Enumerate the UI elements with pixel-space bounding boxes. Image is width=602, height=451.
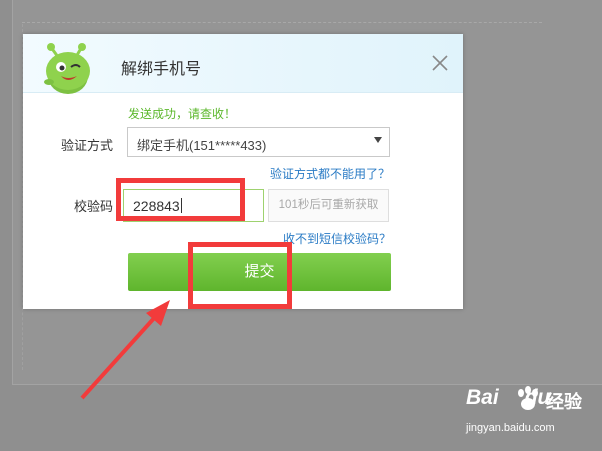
watermark-product: 经验: [546, 392, 582, 412]
no-sms-link[interactable]: 收不到短信校验码？: [283, 230, 391, 247]
verify-method-value: 绑定手机(151*****433): [137, 138, 267, 153]
background-divider: [22, 22, 542, 23]
verify-method-select[interactable]: 绑定手机(151*****433): [127, 127, 390, 157]
verify-method-label: 验证方式: [60, 138, 113, 153]
annotation-box-submit: [188, 242, 292, 309]
close-icon[interactable]: [429, 52, 451, 74]
mascot-icon: [44, 43, 90, 94]
resend-code-button[interactable]: 101秒后可重新获取: [268, 189, 389, 222]
paw-icon: [518, 386, 538, 410]
baidu-jingyan-watermark: Bai du 经验 jingyan.baidu.com: [466, 384, 600, 444]
success-message: 发送成功，请查收！: [128, 107, 237, 121]
method-unavailable-link[interactable]: 验证方式都不能用了？: [270, 165, 390, 182]
watermark-url: jingyan.baidu.com: [466, 422, 555, 434]
dialog-header: 解绑手机号: [23, 34, 463, 94]
dialog-title: 解绑手机号: [121, 61, 202, 78]
annotation-box-code: [116, 178, 245, 221]
code-label: 校验码: [73, 199, 113, 214]
dropdown-arrow-icon: [374, 137, 382, 143]
